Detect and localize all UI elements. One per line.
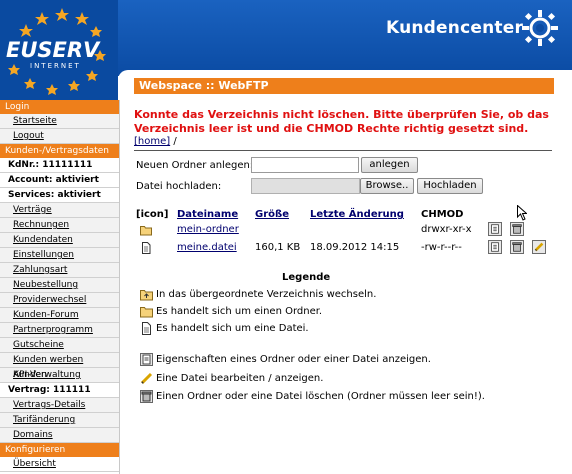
sidebar-item-vertraege[interactable]: Verträge: [0, 203, 119, 218]
sidebar-item-einstellungen[interactable]: Einstellungen: [0, 248, 119, 263]
contract-number: Vertrag: 111111: [0, 383, 119, 398]
sidebar-item-vertrags-details[interactable]: Vertrags-Details: [0, 398, 119, 413]
sidebar-item-kunden-forum[interactable]: Kunden-Forum: [0, 308, 119, 323]
customer-number: KdNr.: 11111111: [0, 158, 119, 173]
logo-text: EUSERV: [6, 38, 101, 62]
account-status: Account: aktiviert: [0, 173, 119, 188]
header-banner: [118, 0, 572, 76]
sidebar-item-api-verwaltung[interactable]: API-Verwaltung: [0, 368, 119, 383]
sidebar-item-neubestellung[interactable]: Neubestellung: [0, 278, 119, 293]
sidebar-header-account: Kunden-/Vertragsdaten: [0, 144, 119, 158]
folder-icon: [140, 307, 153, 318]
sidebar-item-partnerprogramm[interactable]: Partnerprogramm: [0, 323, 119, 338]
sidebar-item-rechnungen[interactable]: Rechnungen: [0, 218, 119, 233]
sidebar-item-gutscheine[interactable]: Gutscheine: [0, 338, 119, 353]
parent-folder-icon: [140, 290, 153, 301]
legend-text: Es handelt sich um eine Datei.: [156, 323, 309, 334]
sidebar-item-kundendaten[interactable]: Kundendaten: [0, 233, 119, 248]
file-icon: [142, 322, 151, 335]
euserv-logo[interactable]: EUSERV INTERNET: [0, 0, 118, 100]
sidebar-header-login: Login: [0, 100, 119, 114]
properties-icon: [140, 353, 153, 366]
logo-subtext: INTERNET: [30, 62, 81, 70]
sidebar-item-tarifaenderung[interactable]: Tarifänderung: [0, 413, 119, 428]
legend-text: Es handelt sich um einen Ordner.: [156, 306, 323, 317]
sidebar-item-uebersicht[interactable]: Übersicht: [0, 457, 119, 472]
sidebar-item-kunden-werben-kunden[interactable]: Kunden werben Kunden: [0, 353, 119, 380]
sidebar-item-zahlungsart[interactable]: Zahlungsart: [0, 263, 119, 278]
gear-icon: [522, 10, 558, 46]
legend-text: Eine Datei bearbeiten / anzeigen.: [156, 373, 324, 384]
legend-text: In das übergeordnete Verzeichnis wechsel…: [156, 289, 377, 300]
mouse-cursor-icon: [517, 205, 527, 221]
edit-icon: [140, 372, 153, 385]
legend-text: Einen Ordner oder eine Datei löschen (Or…: [156, 391, 485, 402]
sidebar: Login Startseite Logout Kunden-/Vertrags…: [0, 100, 120, 474]
sidebar-item-startseite[interactable]: Startseite: [0, 114, 119, 129]
services-status: Services: aktiviert: [0, 188, 119, 203]
sidebar-item-providerwechsel[interactable]: Providerwechsel: [0, 293, 119, 308]
legend-title: Legende: [282, 272, 331, 283]
trash-icon: [140, 390, 153, 403]
sidebar-item-domains[interactable]: Domains: [0, 428, 119, 443]
legend-text: Eigenschaften eines Ordner oder einer Da…: [156, 354, 431, 365]
sidebar-header-config: Konfigurieren: [0, 443, 119, 457]
legend: Legende In das übergeordnete Verzeichnis…: [134, 78, 554, 458]
sidebar-item-logout[interactable]: Logout: [0, 129, 119, 144]
app-title: Kundencenter: [386, 18, 524, 38]
